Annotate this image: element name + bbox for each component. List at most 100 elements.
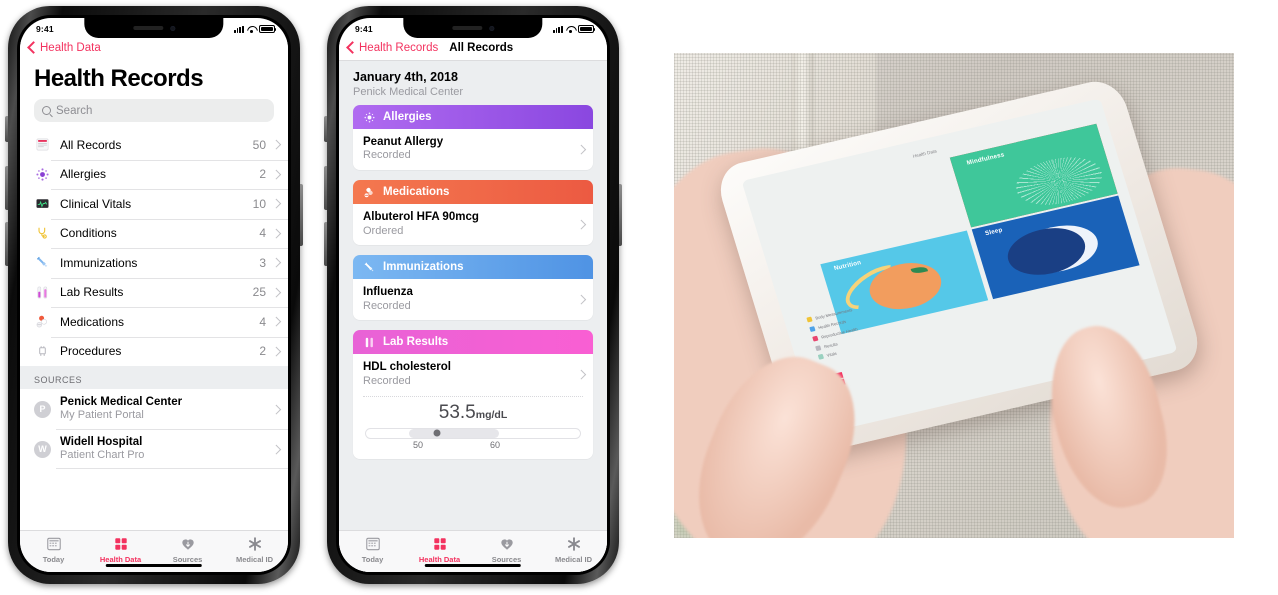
home-indicator[interactable] bbox=[105, 564, 203, 567]
navigation-bar: Health Records All Records bbox=[339, 38, 607, 61]
chevron-right-icon bbox=[578, 220, 583, 229]
list-item-source-widell[interactable]: W Widell Hospital Patient Chart Pro bbox=[20, 429, 288, 469]
medications-icon bbox=[364, 187, 373, 197]
search-input[interactable]: Search bbox=[34, 99, 274, 122]
leaf-icon bbox=[911, 265, 929, 275]
page-title: All Records bbox=[449, 42, 514, 54]
battery-icon bbox=[578, 25, 596, 33]
tab-label: Health Data bbox=[99, 555, 142, 564]
divider bbox=[363, 395, 583, 397]
lab-results-icon bbox=[365, 337, 373, 348]
lab-range-slider[interactable] bbox=[365, 427, 581, 439]
sources-heart-icon bbox=[500, 539, 513, 550]
list-item-label: All Records bbox=[60, 137, 122, 152]
wifi-icon bbox=[247, 26, 256, 33]
record-status: Ordered bbox=[363, 224, 404, 237]
back-button-label[interactable]: Health Data bbox=[40, 42, 101, 54]
chevron-right-icon bbox=[273, 258, 278, 267]
notch bbox=[403, 18, 543, 38]
tile-label: Sleep bbox=[984, 226, 1004, 238]
tab-today[interactable]: Today bbox=[339, 536, 406, 564]
health-data-grid-icon bbox=[433, 538, 446, 550]
sources-heart-icon bbox=[181, 539, 194, 550]
status-time: 9:41 bbox=[355, 24, 373, 34]
record-title: Albuterol HFA 90mcg bbox=[363, 211, 479, 224]
today-calendar-icon bbox=[365, 537, 380, 551]
source-title: Penick Medical Center bbox=[60, 396, 183, 409]
chevron-left-icon[interactable] bbox=[28, 42, 35, 54]
lab-normal-range bbox=[408, 428, 499, 438]
records-list: All Records 50 Allergies 2 Clinical Vita… bbox=[20, 130, 288, 366]
phone-1: 9:41 Health Data Health Records Search A… bbox=[5, 6, 303, 584]
clinical-vitals-icon bbox=[34, 195, 51, 212]
tab-today[interactable]: Today bbox=[20, 536, 87, 564]
list-item-lab-results[interactable]: Lab Results 25 bbox=[20, 277, 288, 308]
record-title: Influenza bbox=[363, 286, 413, 299]
medications-icon bbox=[34, 313, 51, 330]
tile-label: Nutrition bbox=[833, 259, 863, 273]
list-item-conditions[interactable]: Conditions 4 bbox=[20, 218, 288, 249]
navigation-bar: Health Data bbox=[20, 38, 288, 59]
card-body[interactable]: Peanut Allergy Recorded bbox=[353, 129, 593, 171]
tab-label: Health Data bbox=[418, 555, 461, 564]
search-placeholder: Search bbox=[56, 104, 93, 117]
list-item-all-records[interactable]: All Records 50 bbox=[20, 130, 288, 160]
lab-ticks: 50 60 bbox=[363, 440, 583, 451]
list-item-clinical-vitals[interactable]: Clinical Vitals 10 bbox=[20, 189, 288, 219]
source-subtitle: My Patient Portal bbox=[60, 409, 144, 422]
card-header: Lab Results bbox=[353, 330, 593, 355]
front-camera-icon bbox=[169, 25, 175, 31]
card-immunizations[interactable]: Immunizations Influenza Recorded bbox=[353, 255, 593, 321]
procedures-icon bbox=[34, 343, 51, 360]
tab-health-data[interactable]: Health Data bbox=[87, 536, 154, 564]
card-lab-results[interactable]: Lab Results HDL cholesterol Recorded 53.… bbox=[353, 330, 593, 459]
conditions-icon bbox=[34, 225, 51, 242]
phone-2: 9:41 Health Records All Records January … bbox=[324, 6, 622, 584]
list-item-count: 10 bbox=[252, 196, 266, 211]
record-status: Recorded bbox=[363, 299, 411, 312]
card-header: Immunizations bbox=[353, 255, 593, 280]
wifi-icon bbox=[566, 26, 575, 33]
card-header: Medications bbox=[353, 180, 593, 205]
record-title: Peanut Allergy bbox=[363, 136, 444, 148]
tab-medical-id[interactable]: Medical ID bbox=[221, 536, 288, 564]
card-header-label: Allergies bbox=[383, 111, 432, 123]
card-allergies[interactable]: Allergies Peanut Allergy Recorded bbox=[353, 105, 593, 171]
card-header-label: Medications bbox=[383, 186, 450, 199]
cellular-bars-icon bbox=[233, 25, 244, 33]
lab-unit: mg/dL bbox=[475, 408, 508, 421]
moon-icon bbox=[1011, 218, 1105, 280]
lab-value-marker bbox=[433, 429, 441, 437]
list-item-immunizations[interactable]: Immunizations 3 bbox=[20, 248, 288, 278]
chevron-right-icon bbox=[273, 140, 278, 149]
card-body[interactable]: HDL cholesterol Recorded bbox=[353, 354, 593, 396]
list-item-source-penick[interactable]: P Penick Medical Center My Patient Porta… bbox=[20, 389, 288, 429]
immunizations-icon bbox=[34, 254, 51, 271]
chevron-right-icon bbox=[578, 370, 583, 379]
lifestyle-photo: Health Data ♥ Activity Mindfulness Nutri… bbox=[674, 53, 1234, 538]
record-date: January 4th, 2018 bbox=[353, 70, 458, 84]
tab-sources[interactable]: Sources bbox=[473, 536, 540, 564]
chevron-right-icon bbox=[273, 347, 278, 356]
chevron-left-icon[interactable] bbox=[347, 42, 354, 54]
back-button-label[interactable]: Health Records bbox=[359, 42, 438, 54]
tab-label: Medical ID bbox=[554, 555, 593, 564]
list-item-label: Lab Results bbox=[60, 285, 124, 300]
allergies-icon bbox=[364, 111, 375, 123]
tab-sources[interactable]: Sources bbox=[154, 536, 221, 564]
card-body[interactable]: Influenza Recorded bbox=[353, 279, 593, 321]
tab-health-data[interactable]: Health Data bbox=[406, 536, 473, 564]
card-body[interactable]: Albuterol HFA 90mcg Ordered bbox=[353, 204, 593, 246]
home-indicator[interactable] bbox=[424, 564, 522, 567]
card-medications[interactable]: Medications Albuterol HFA 90mcg Ordered bbox=[353, 180, 593, 246]
lab-value-row: 53.5mg/dL bbox=[363, 400, 583, 428]
list-item-procedures[interactable]: Procedures 2 bbox=[20, 336, 288, 367]
list-item-count: 50 bbox=[252, 137, 266, 152]
list-item-medications[interactable]: Medications 4 bbox=[20, 307, 288, 337]
list-item-label: Medications bbox=[60, 314, 125, 329]
chevron-right-icon bbox=[578, 295, 583, 304]
tab-medical-id[interactable]: Medical ID bbox=[540, 536, 607, 564]
list-item-allergies[interactable]: Allergies 2 bbox=[20, 159, 288, 190]
health-data-grid-icon bbox=[114, 538, 127, 550]
avatar: P bbox=[34, 400, 51, 418]
